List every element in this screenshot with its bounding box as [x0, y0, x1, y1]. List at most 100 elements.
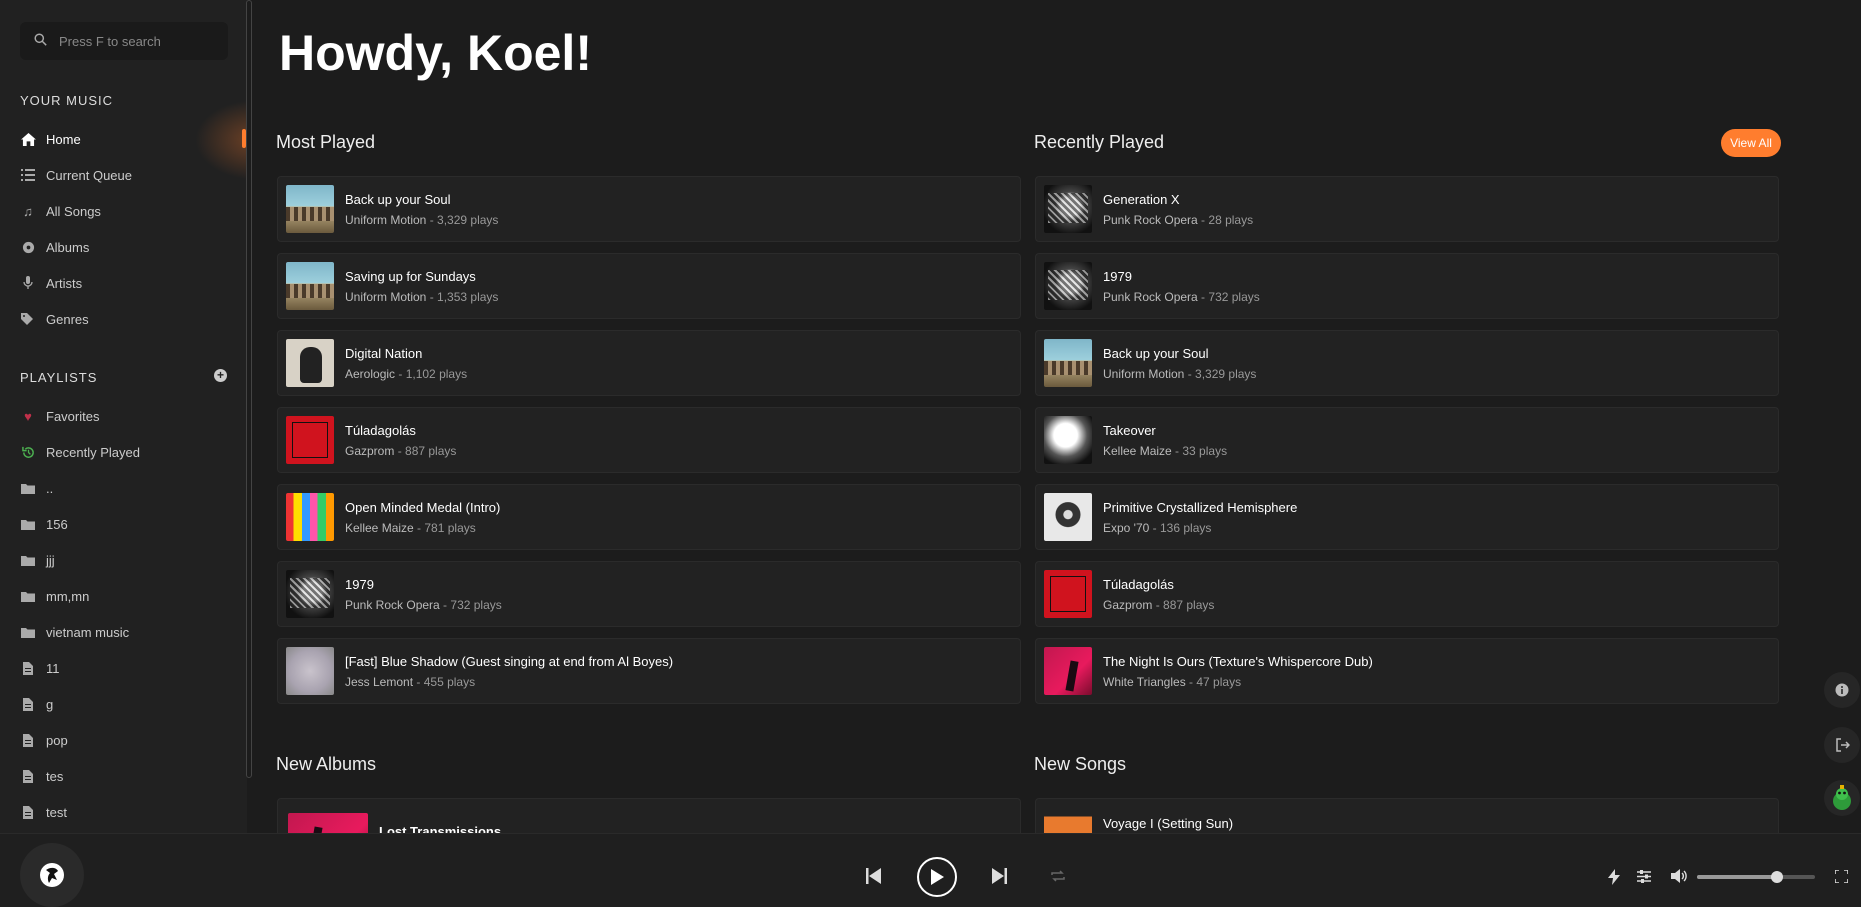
play-count: 3,329 plays: [437, 212, 499, 227]
sidebar-item-label: pop: [46, 732, 68, 748]
track-title: The Night Is Ours (Texture's Whispercore…: [1103, 653, 1373, 669]
separator: -: [413, 520, 425, 535]
separator: -: [413, 674, 424, 689]
home-icon: [20, 132, 36, 146]
playlists-heading: PLAYLISTS: [20, 370, 98, 385]
track-artist: Uniform Motion: [345, 289, 427, 304]
lightning-icon[interactable]: [1608, 869, 1620, 885]
album-cover: [286, 416, 334, 464]
track-title: Takeover: [1103, 422, 1156, 438]
add-playlist-icon[interactable]: +: [214, 369, 227, 382]
track-card[interactable]: [Fast] Blue Shadow (Guest singing at end…: [277, 638, 1021, 704]
sidebar-item-label: g: [46, 696, 54, 712]
sidebar-item-label: test: [46, 804, 67, 820]
track-artist: Aerologic: [345, 366, 396, 381]
track-card[interactable]: 1979 Punk Rock Opera - 732 plays: [277, 561, 1021, 627]
sidebar-item-playlist[interactable]: 11: [20, 656, 240, 680]
play-count: 33 plays: [1182, 443, 1228, 458]
track-title: Primitive Crystallized Hemisphere: [1103, 499, 1298, 515]
separator: -: [1185, 674, 1197, 689]
sidebar-item-playlist[interactable]: g: [20, 692, 240, 716]
track-card[interactable]: Saving up for Sundays Uniform Motion - 1…: [277, 253, 1021, 319]
sidebar-item-genres[interactable]: Genres: [20, 307, 240, 331]
play-icon[interactable]: [917, 857, 957, 897]
most-played-heading: Most Played: [276, 132, 376, 152]
track-card[interactable]: Digital Nation Aerologic - 1,102 plays: [277, 330, 1021, 396]
sidebar-item-label: Recently Played: [46, 444, 140, 460]
track-title: Túladagolás: [1103, 576, 1174, 592]
track-artist: White Triangles: [1103, 674, 1186, 689]
history-icon: [20, 446, 36, 459]
queue-icon: [20, 169, 36, 181]
sidebar-item-folder[interactable]: ..: [20, 476, 240, 500]
album-cover: [1044, 807, 1092, 833]
file-icon: [20, 733, 36, 747]
separator: -: [395, 366, 406, 381]
track-card[interactable]: Open Minded Medal (Intro) Kellee Maize -…: [277, 484, 1021, 550]
track-card[interactable]: Voyage I (Setting Sun): [1035, 798, 1779, 833]
avatar[interactable]: [1824, 780, 1860, 816]
sidebar-item-artists[interactable]: Artists: [20, 271, 240, 295]
separator: -: [1152, 597, 1164, 612]
previous-icon[interactable]: [866, 868, 881, 884]
volume-handle[interactable]: [1771, 871, 1784, 883]
sidebar-item-all-songs[interactable]: ♫ All Songs: [20, 199, 240, 223]
sidebar-item-recently-played[interactable]: Recently Played: [20, 440, 240, 464]
play-count: 887 plays: [1163, 597, 1215, 612]
volume-fill: [1697, 875, 1778, 879]
about-icon[interactable]: [1824, 672, 1860, 708]
sidebar-item-folder[interactable]: vietnam music: [20, 620, 240, 644]
volume-slider[interactable]: [1697, 871, 1815, 883]
sidebar-item-label: Favorites: [46, 408, 100, 424]
sidebar-item-label: Albums: [46, 239, 90, 255]
track-artist: Jess Lemont: [345, 674, 414, 689]
track-card[interactable]: Túladagolás Gazprom - 887 plays: [277, 407, 1021, 473]
search-input[interactable]: Press F to search: [20, 22, 228, 60]
track-card[interactable]: Back up your Soul Uniform Motion - 3,329…: [277, 176, 1021, 242]
track-card[interactable]: Takeover Kellee Maize - 33 plays: [1035, 407, 1779, 473]
track-title: Back up your Soul: [1103, 345, 1209, 361]
track-artist: Expo '70: [1103, 520, 1150, 535]
sidebar-item-playlist[interactable]: tes: [20, 764, 240, 788]
logout-icon[interactable]: [1824, 727, 1860, 763]
track-card[interactable]: Generation X Punk Rock Opera - 28 plays: [1035, 176, 1779, 242]
fullscreen-icon[interactable]: [1835, 870, 1848, 883]
track-artist: Gazprom: [1103, 597, 1153, 612]
track-card[interactable]: Back up your Soul Uniform Motion - 3,329…: [1035, 330, 1779, 396]
sidebar-item-playlist[interactable]: pop: [20, 728, 240, 752]
separator: -: [394, 443, 406, 458]
sidebar-scrollbar[interactable]: [246, 0, 252, 778]
album-card[interactable]: Lost Transmissions: [277, 798, 1021, 833]
track-artist: Punk Rock Opera: [1103, 212, 1198, 227]
sidebar-item-playlist[interactable]: test: [20, 800, 240, 824]
sidebar-item-albums[interactable]: Albums: [20, 235, 240, 259]
play-count: 47 plays: [1196, 674, 1242, 689]
album-cover: [1044, 570, 1092, 618]
album-cover: [286, 185, 334, 233]
sidebar-item-favorites[interactable]: ♥ Favorites: [20, 404, 240, 428]
view-all-button[interactable]: View All: [1721, 129, 1781, 157]
sidebar-item-label: All Songs: [46, 203, 101, 219]
track-card[interactable]: Túladagolás Gazprom - 887 plays: [1035, 561, 1779, 627]
sidebar-item-label: ..: [46, 480, 54, 496]
track-title: Saving up for Sundays: [345, 268, 476, 284]
track-title: 1979: [1103, 268, 1132, 284]
sidebar-item-folder[interactable]: 156: [20, 512, 240, 536]
track-card[interactable]: Primitive Crystallized Hemisphere Expo '…: [1035, 484, 1779, 550]
track-card[interactable]: 1979 Punk Rock Opera - 732 plays: [1035, 253, 1779, 319]
next-icon[interactable]: [992, 868, 1007, 884]
separator: -: [1149, 520, 1160, 535]
tags-icon: [20, 313, 36, 325]
music-note-icon: ♫: [23, 203, 33, 219]
volume-icon[interactable]: [1671, 869, 1689, 883]
repeat-icon[interactable]: [1050, 869, 1066, 883]
sidebar-item-folder[interactable]: jjj: [20, 548, 240, 572]
track-card[interactable]: The Night Is Ours (Texture's Whispercore…: [1035, 638, 1779, 704]
search-placeholder: Press F to search: [59, 33, 161, 49]
folder-icon: [20, 519, 36, 530]
sidebar-item-label: tes: [46, 768, 64, 784]
equalizer-icon[interactable]: [1637, 870, 1651, 883]
sidebar-item-folder[interactable]: mm,mn: [20, 584, 240, 608]
sidebar: Press F to search YOUR MUSIC Home Curren…: [0, 0, 247, 833]
current-cover[interactable]: [20, 843, 84, 907]
